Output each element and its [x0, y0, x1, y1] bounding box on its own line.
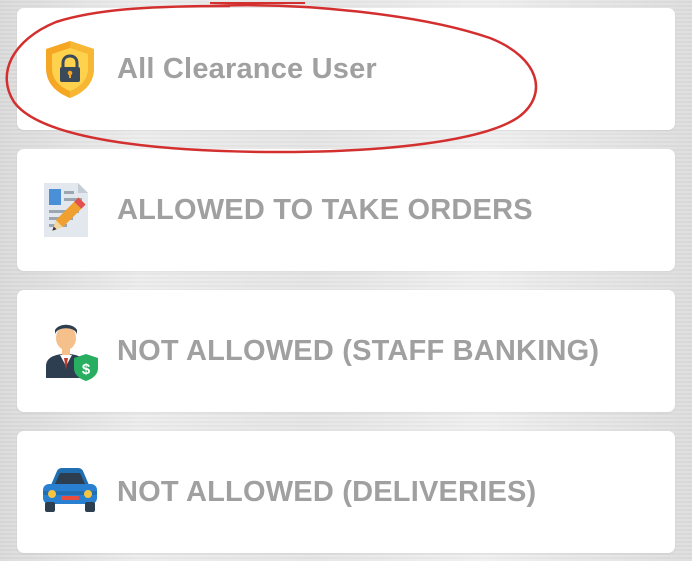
menu-item-not-allowed-staff-banking[interactable]: $ NOT ALLOWED (STAFF BANKING) [17, 290, 675, 412]
shield-lock-icon [39, 38, 101, 100]
staff-banking-icon: $ [39, 320, 101, 382]
svg-text:$: $ [82, 361, 91, 378]
menu-item-label: All Clearance User [117, 52, 377, 85]
car-icon [39, 461, 101, 523]
menu-item-not-allowed-deliveries[interactable]: NOT ALLOWED (DELIVERIES) [17, 431, 675, 553]
menu-item-allowed-to-take-orders[interactable]: ALLOWED TO TAKE ORDERS [17, 149, 675, 271]
document-pencil-icon [39, 179, 101, 241]
menu-item-label: ALLOWED TO TAKE ORDERS [117, 193, 533, 226]
menu-item-label: NOT ALLOWED (STAFF BANKING) [117, 334, 600, 367]
menu-item-label: NOT ALLOWED (DELIVERIES) [117, 475, 537, 508]
menu-item-all-clearance-user[interactable]: All Clearance User [17, 8, 675, 130]
